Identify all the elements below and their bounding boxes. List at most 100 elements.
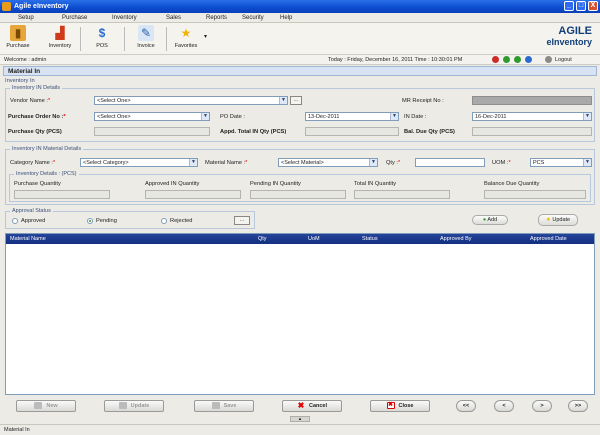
- star-icon: ★: [180, 26, 192, 40]
- favorites-dropdown-icon[interactable]: ▾: [204, 33, 207, 40]
- col-material-name[interactable]: Material Name: [10, 236, 46, 242]
- approved-in-quantity-label: Approved IN Quantity: [145, 181, 200, 187]
- title-bar: Agile eInventory _ □ X: [0, 0, 600, 13]
- toolbar-pos-label: POS: [96, 43, 108, 49]
- chevron-down-icon: ▼: [201, 113, 209, 120]
- po-date-label: PO Date :: [220, 114, 245, 120]
- new-button[interactable]: New: [16, 400, 76, 412]
- col-approved-date[interactable]: Approved Date: [530, 236, 567, 242]
- menu-bar: Setup Purchase Inventory Sales Reports S…: [0, 13, 600, 23]
- save-button[interactable]: Save: [194, 400, 254, 412]
- back-icon[interactable]: [492, 56, 499, 63]
- logout-link[interactable]: Logout: [555, 57, 572, 63]
- update-icon: [118, 402, 127, 410]
- po-date-picker[interactable]: 13-Dec-2011 ▼: [305, 112, 399, 121]
- menu-inventory[interactable]: Inventory: [112, 15, 137, 21]
- toolbar-pos-button[interactable]: $ POS: [86, 25, 118, 53]
- in-date-label: IN Date :: [404, 114, 427, 120]
- maximize-button[interactable]: □: [576, 1, 586, 11]
- star-update-icon: ★: [545, 217, 551, 223]
- toolbar-favorites-button[interactable]: ★ Favorites: [170, 25, 202, 53]
- new-icon: [34, 402, 43, 410]
- material-grid[interactable]: Material Name Qty UoM Status Approved By…: [5, 233, 595, 395]
- last-record-button[interactable]: >>: [568, 400, 588, 412]
- total-in-quantity-field: [354, 190, 450, 199]
- menu-reports[interactable]: Reports: [206, 15, 227, 21]
- approval-details-button[interactable]: ...: [234, 216, 250, 225]
- appd-total-in-qty-label: Appd. Total IN Qty (PCS): [220, 129, 287, 135]
- menu-sales[interactable]: Sales: [166, 15, 181, 21]
- toolbar-separator: [124, 27, 125, 51]
- in-date-picker[interactable]: 16-Dec-2011 ▼: [472, 112, 592, 121]
- first-record-button[interactable]: <<: [456, 400, 476, 412]
- toolbar-purchase-button[interactable]: ▮ Purchase: [2, 25, 34, 53]
- col-uom[interactable]: UoM: [308, 236, 320, 242]
- vendor-lookup-button[interactable]: ...: [290, 96, 302, 105]
- add-button[interactable]: ● Add: [472, 215, 508, 225]
- bal-due-qty-label: Bal. Due Qty (PCS): [404, 129, 455, 135]
- cancel-button[interactable]: ✖ Cancel: [282, 400, 342, 412]
- appd-total-in-qty-field: [305, 127, 399, 136]
- refresh-icon[interactable]: [514, 56, 521, 63]
- footer-status: Material In: [0, 424, 600, 435]
- col-approved-by[interactable]: Approved By: [440, 236, 472, 242]
- purchase-order-select[interactable]: <Select One> ▼: [94, 112, 210, 121]
- previous-record-button[interactable]: <: [494, 400, 514, 412]
- approved-radio[interactable]: [12, 218, 18, 224]
- menu-setup[interactable]: Setup: [18, 15, 34, 21]
- close-form-icon: ✖: [386, 402, 395, 410]
- material-select[interactable]: <Select Material> ▼: [278, 158, 378, 167]
- purchase-qty-label: Purchase Qty (PCS): [8, 129, 62, 135]
- welcome-text: Welcome : admin: [4, 57, 47, 63]
- chart-icon: ▟: [55, 26, 65, 40]
- chevron-down-icon: ▼: [583, 113, 591, 120]
- purchase-order-label: Purchase Order No :*: [8, 114, 66, 120]
- chevron-down-icon: ▼: [390, 113, 398, 120]
- logout-icon[interactable]: [545, 56, 552, 63]
- home-icon[interactable]: [525, 56, 532, 63]
- menu-security[interactable]: Security: [242, 15, 264, 21]
- next-record-button[interactable]: >: [532, 400, 552, 412]
- grid-header: Material Name Qty UoM Status Approved By…: [6, 234, 594, 244]
- forward-icon[interactable]: [503, 56, 510, 63]
- inventory-in-details-legend: Inventory IN Details: [10, 85, 62, 91]
- status-strip: Welcome : admin Today : Friday, December…: [0, 55, 600, 65]
- inventory-details-legend: Inventory Details : (PCS): [14, 171, 79, 177]
- cancel-x-icon: ✖: [297, 401, 305, 411]
- bal-due-qty-field: [472, 127, 592, 136]
- update-item-button[interactable]: ★ Update: [538, 214, 578, 226]
- collapse-handle[interactable]: ▴: [290, 416, 310, 422]
- rejected-radio[interactable]: [161, 218, 167, 224]
- vendor-name-select[interactable]: <Select One> ▼: [94, 96, 288, 105]
- plus-icon: ●: [482, 217, 487, 223]
- action-bar: New Update Save ✖ Cancel ✖ Close << < > >>: [0, 398, 600, 415]
- close-button[interactable]: ✖ Close: [370, 400, 430, 412]
- purchase-qty-field: [94, 127, 210, 136]
- pending-radio-label: Pending: [96, 218, 117, 224]
- chevron-down-icon: ▼: [583, 159, 591, 166]
- pending-radio[interactable]: [87, 218, 93, 224]
- app-logo: AGILE eInventory: [546, 25, 592, 47]
- approved-in-quantity-field: [145, 190, 241, 199]
- uom-select[interactable]: PCS ▼: [530, 158, 592, 167]
- col-status[interactable]: Status: [362, 236, 378, 242]
- balance-due-quantity-field: [484, 190, 586, 199]
- toolbar-invoice-label: Invoice: [137, 43, 155, 49]
- update-button[interactable]: Update: [104, 400, 164, 412]
- approved-radio-label: Approved: [21, 218, 46, 224]
- category-select[interactable]: <Select Category> ▼: [80, 158, 198, 167]
- menu-purchase[interactable]: Purchase: [62, 15, 87, 21]
- qty-label: Qty :*: [386, 160, 401, 166]
- toolbar-inventory-button[interactable]: ▟ Inventory: [44, 25, 76, 53]
- toolbar-invoice-button[interactable]: ✎ Invoice: [130, 25, 162, 53]
- menu-help[interactable]: Help: [280, 15, 292, 21]
- chevron-down-icon: ▼: [189, 159, 197, 166]
- qty-input[interactable]: [415, 158, 485, 167]
- minimize-button[interactable]: _: [564, 1, 574, 11]
- category-name-label: Category Name :*: [10, 160, 56, 166]
- mr-receipt-field: [472, 96, 592, 105]
- toolbar-purchase-label: Purchase: [6, 43, 30, 49]
- toolbar-separator: [80, 27, 81, 51]
- col-qty[interactable]: Qty: [258, 236, 267, 242]
- close-window-button[interactable]: X: [588, 1, 598, 11]
